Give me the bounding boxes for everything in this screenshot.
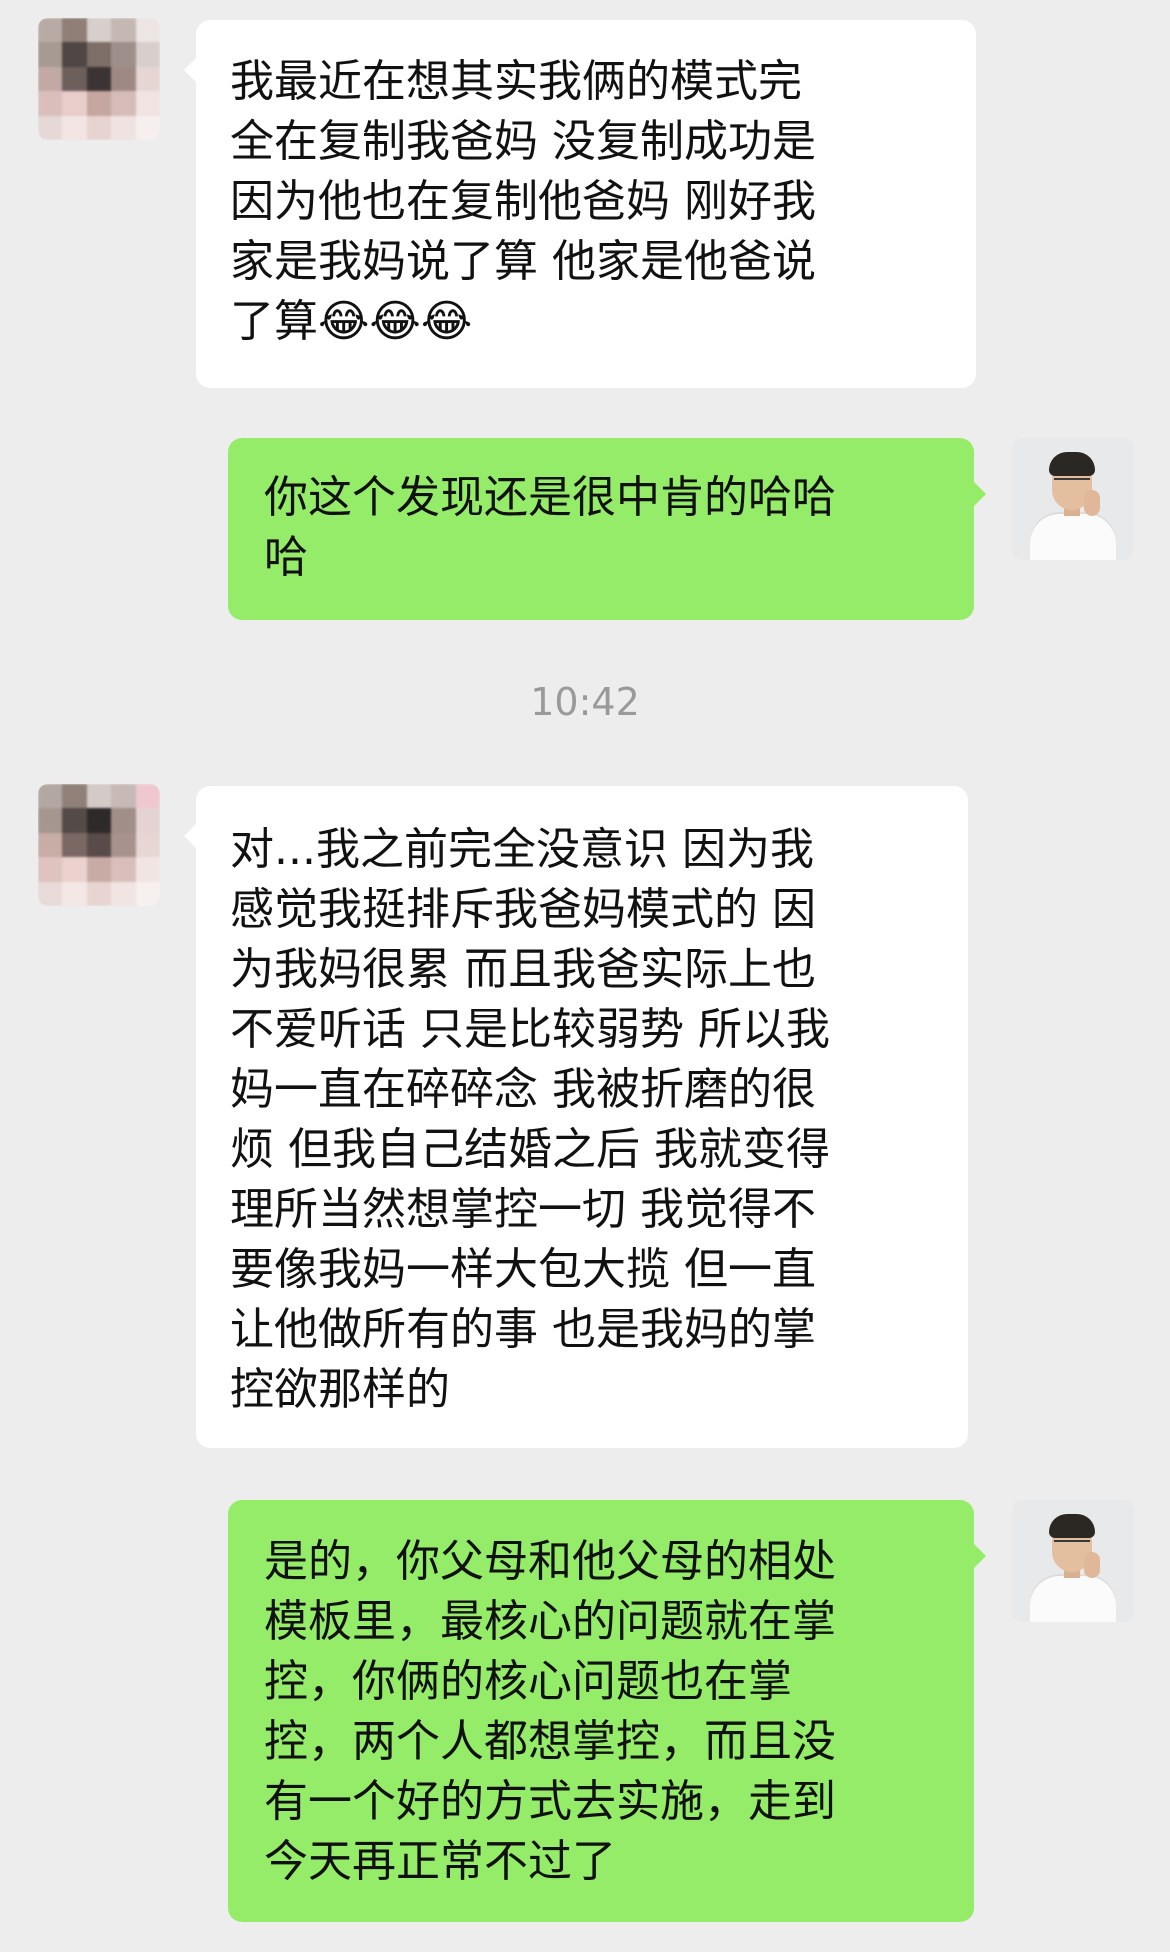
message-bubble-other[interactable]: 我最近在想其实我俩的模式完 全在复制我爸妈 没复制成功是 因为他也在复制他爸妈 …: [184, 20, 976, 388]
message-line: 为我妈很累 而且我爸实际上也: [230, 944, 816, 995]
message-line: 让他做所有的事 也是我妈的掌: [230, 1304, 816, 1355]
message-line: 控，两个人都想掌控，而且没: [264, 1716, 836, 1767]
pixelated-avatar-image: [38, 18, 160, 140]
message-line: 有一个好的方式去实施，走到: [264, 1776, 836, 1827]
message-line: 我最近在想其实我俩的模式完: [230, 56, 802, 107]
message-line: 全在复制我爸妈 没复制成功是: [230, 116, 816, 167]
man-portrait-image: [1012, 1500, 1134, 1622]
message-bubble-other[interactable]: 对...我之前完全没意识 因为我 感觉我挺排斥我爸妈模式的 因 为我妈很累 而且…: [184, 786, 968, 1448]
message-line: 因为他也在复制他爸妈 刚好我: [230, 176, 816, 227]
contact-avatar[interactable]: [38, 784, 160, 906]
bubble-tail: [184, 58, 196, 82]
message-line: 模板里，最核心的问题就在掌: [264, 1596, 836, 1647]
message-line: 家是我妈说了算 他家是他爸说: [230, 236, 816, 287]
message-line: 哈: [264, 532, 308, 583]
message-line: 妈一直在碎碎念 我被折磨的很: [230, 1064, 816, 1115]
message-line: 要像我妈一样大包大揽 但一直: [230, 1244, 816, 1295]
message-timestamp: 10:42: [530, 680, 640, 724]
message-line: 控欲那样的: [230, 1364, 450, 1415]
bubble-tail: [184, 824, 196, 848]
message-line: 不爱听话 只是比较弱势 所以我: [230, 1004, 830, 1055]
contact-avatar[interactable]: [38, 18, 160, 140]
my-avatar[interactable]: [1012, 1500, 1134, 1622]
message-line: 是的，你父母和他父母的相处: [264, 1536, 836, 1587]
man-portrait-image: [1012, 438, 1134, 560]
bubble-tail: [974, 482, 986, 506]
message-bubble-me[interactable]: 你这个发现还是很中肯的哈哈 哈: [228, 438, 986, 620]
message-line: 你这个发现还是很中肯的哈哈: [264, 472, 836, 523]
my-avatar[interactable]: [1012, 438, 1134, 560]
message-line: 烦 但我自己结婚之后 我就变得: [230, 1124, 830, 1175]
message-line: 感觉我挺排斥我爸妈模式的 因: [230, 884, 816, 935]
message-bubble-me[interactable]: 是的，你父母和他父母的相处 模板里，最核心的问题就在掌 控，你俩的核心问题也在掌…: [228, 1500, 986, 1922]
pixelated-avatar-image: [38, 784, 160, 906]
message-line: 了算😂😂😂: [230, 296, 473, 347]
message-line: 控，你俩的核心问题也在掌: [264, 1656, 792, 1707]
bubble-tail: [974, 1544, 986, 1568]
message-line: 今天再正常不过了: [264, 1836, 616, 1887]
message-line: 理所当然想掌控一切 我觉得不: [230, 1184, 816, 1235]
message-line: 对...我之前完全没意识 因为我: [230, 824, 814, 875]
